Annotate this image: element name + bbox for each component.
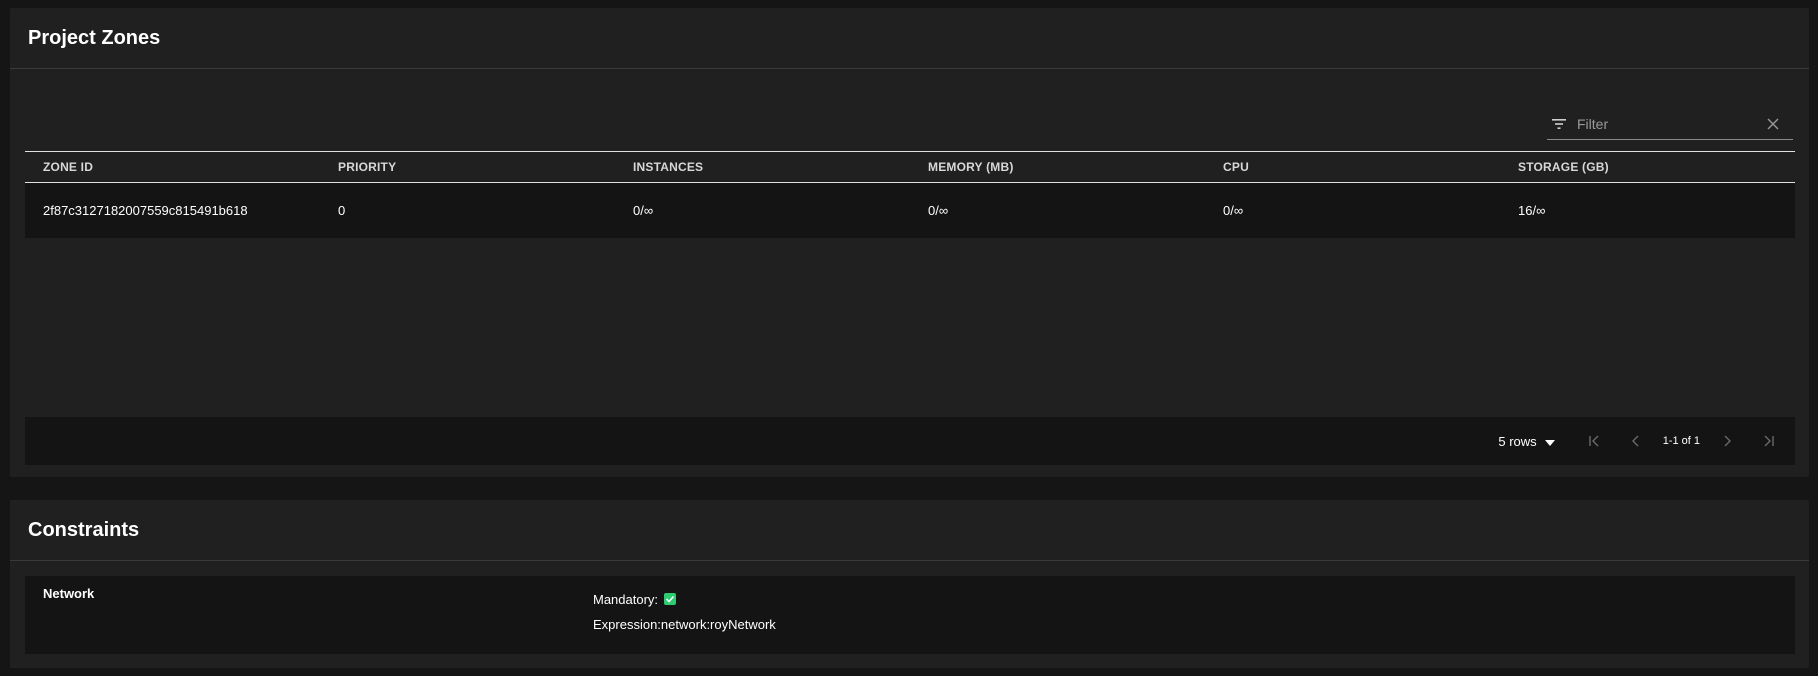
last-page-icon [1764,435,1774,447]
rows-per-page-label: 5 rows [1498,433,1537,449]
constraint-details: Mandatory: Expression:network:royNetwork [593,587,776,637]
expression-line: Expression:network:royNetwork [593,617,776,632]
column-header-cpu[interactable]: CPU [1205,160,1500,174]
constraint-name: Network [43,586,95,601]
chevron-right-icon [1724,435,1731,447]
project-zones-card: Project Zones ZONE ID PRIORITY INSTANCES… [10,8,1809,477]
constraints-title: Constraints [28,518,140,541]
previous-page-button[interactable] [1624,429,1648,453]
project-zones-title: Project Zones [28,26,161,49]
zones-table: ZONE ID PRIORITY INSTANCES MEMORY (MB) C… [25,151,1795,238]
page-range-label: 1-1 of 1 [1662,435,1700,447]
next-page-button[interactable] [1715,429,1739,453]
cell-zone-id: 2f87c3127182007559c815491b618 [43,203,248,218]
filter-input[interactable] [1569,114,1763,133]
column-header-storage[interactable]: STORAGE (GB) [1500,160,1795,174]
column-header-zone-id[interactable]: ZONE ID [25,160,320,174]
caret-down-icon [1544,434,1555,449]
filter-field[interactable] [1547,108,1793,140]
zones-table-header: ZONE ID PRIORITY INSTANCES MEMORY (MB) C… [25,151,1795,183]
rows-per-page-select[interactable]: 5 rows [1498,433,1555,449]
mandatory-line: Mandatory: [593,587,776,612]
mandatory-label: Mandatory: [593,592,659,607]
constraint-row: Network Mandatory: Expression:network:ro… [25,576,1795,654]
cell-instances: 0/∞ [633,203,654,218]
column-header-priority[interactable]: PRIORITY [320,160,615,174]
column-header-memory[interactable]: MEMORY (MB) [910,160,1205,174]
table-row[interactable]: 2f87c3127182007559c815491b618 0 0/∞ 0/∞ … [25,183,1795,238]
cell-cpu: 0/∞ [1223,203,1244,218]
cell-storage: 16/∞ [1518,203,1546,218]
constraints-card: Constraints Network Mandatory: Expressio… [10,500,1809,668]
filter-icon [1549,114,1569,134]
column-header-instances[interactable]: INSTANCES [615,160,910,174]
check-icon [663,593,676,605]
first-page-button[interactable] [1582,429,1606,453]
cell-memory: 0/∞ [928,203,949,218]
pagination-bar: 5 rows 1-1 of 1 [25,417,1795,465]
last-page-button[interactable] [1757,429,1781,453]
project-zones-header: Project Zones [10,8,1809,69]
cell-priority: 0 [338,203,346,218]
chevron-left-icon [1631,435,1639,447]
first-page-icon [1588,435,1599,447]
clear-filter-icon[interactable] [1763,114,1783,134]
constraints-header: Constraints [10,500,1809,561]
